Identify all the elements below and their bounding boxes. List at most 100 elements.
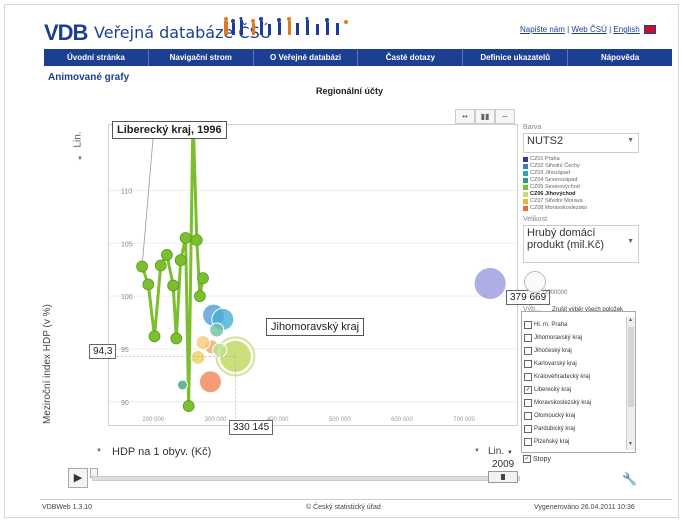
checklist-item[interactable]: Hl. m. Praha [522,318,635,331]
trails-checkbox[interactable]: ✓ [523,455,531,463]
legend-item[interactable]: CZ05 Severovýchod [523,184,639,191]
chevron-down-icon: ▼ [627,137,634,144]
trail-tooltip-connector [141,138,154,267]
web-csu-link[interactable]: Web ČSÚ [571,25,606,34]
y-scale-label: Lin. [72,131,84,148]
scroll-down-icon[interactable]: ▼ [628,441,633,447]
legend-swatch [523,206,528,211]
x-tick-label: 600 000 [391,417,413,423]
footer-copyright[interactable]: © Český statistický úřad [306,504,381,511]
x-axis-title[interactable]: HDP na 1 obyv. (Kč) [112,446,211,458]
legend-item[interactable]: CZ06 Jihovýchod [523,191,639,198]
checklist-checkbox[interactable] [524,320,532,329]
checklist-label: Hl. m. Praha [534,321,568,328]
checklist-label: Olomoucký kraj [534,412,576,419]
checklist-item[interactable]: Olomoucký kraj [522,409,635,422]
checklist-item[interactable]: ✓ Liberecký kraj [522,383,635,396]
data-bubble [198,370,222,394]
checklist-item[interactable]: Jihočeský kraj [522,344,635,357]
checklist-checkbox[interactable] [524,359,532,368]
legend-item[interactable]: CZ04 Severozápad [523,177,639,184]
legend-swatch [523,164,528,169]
year-label: 2009 [492,459,515,470]
nav-definitions[interactable]: Definice ukazatelů [463,49,569,66]
y-tick-label: 100 [121,294,133,301]
x-scale-label[interactable]: Lin. ▼ [488,446,513,457]
y-scale-control[interactable]: Lin. ▼ [72,120,88,164]
line-chart-icon[interactable]: ∼ [495,109,515,124]
scroll-thumb[interactable] [628,327,634,407]
nav-faq[interactable]: Časté dotazy [358,49,464,66]
checklist-checkbox[interactable] [524,346,532,355]
bubble-chart-icon[interactable]: •• [455,109,475,124]
legend-swatch [523,199,528,204]
uk-flag-icon[interactable] [643,25,656,35]
x-value-marker: 330 145 [229,420,274,435]
nav-about[interactable]: O Veřejné databázi [254,49,359,66]
color-select[interactable]: NUTS2 ▼ [523,133,639,153]
checklist-items: Hl. m. Praha Jihomoravský kraj Jihočeský k… [522,312,635,448]
y-value-marker: 94,3 [89,344,117,359]
scroll-up-icon[interactable]: ▲ [628,317,633,323]
checklist-item[interactable]: Pardubický kraj [522,422,635,435]
checklist-item[interactable]: Karlovarský kraj [522,357,635,370]
x-scale-value: Lin. [488,446,505,457]
x-scale-chevron-icon[interactable]: ▼ [474,448,480,454]
chart-type-toolbar: •• ▮▮ ∼ [455,109,515,124]
highlighted-bubble-tooltip: Jihomoravský kraj [266,318,365,336]
trail-point [161,249,173,261]
checklist-checkbox[interactable] [524,398,532,407]
english-link[interactable]: English [613,25,639,34]
legend-swatch [523,192,528,197]
data-bubble [212,342,228,358]
trails-label: Stopy [533,455,551,463]
write-us-link[interactable]: Napište nám [520,25,565,34]
trail-point [193,290,206,303]
bar-chart-icon[interactable]: ▮▮ [475,109,495,124]
checklist-item[interactable]: Královéhradecký kraj [522,370,635,383]
legend-item[interactable]: CZ02 Střední Čechy [523,163,639,170]
y-tick-label: 105 [121,241,133,248]
size-select[interactable]: Hrubý domácí produkt (mil.Kč) ▼ [523,225,639,263]
checklist-label: Jihomoravský kraj [534,334,583,341]
x-tick-label: 700 000 [453,417,475,423]
size-label: Velikost [523,216,548,223]
legend-item[interactable]: CZ03 Jihozápad [523,170,639,177]
checklist-label: Moravskoslezský kraj [534,399,592,406]
timeline-handle[interactable] [488,471,518,483]
checklist-checkbox[interactable] [524,372,532,381]
x-axis-chevron-down-icon[interactable]: ▼ [96,448,102,454]
bubble-chart: 9095100105110200 000 300 000 400 000 500 00… [109,107,517,425]
checklist-checkbox[interactable] [524,437,532,446]
checklist-scrollbar[interactable]: ▲ ▼ [626,317,635,450]
trails-toggle[interactable]: ✓ Stopy [523,455,551,463]
y-tick-label: 110 [121,188,132,195]
legend-item[interactable]: CZ08 Moravskoslezsko [523,205,639,212]
vdb-logo[interactable]: VDB [44,20,88,46]
play-button[interactable]: ▶ [68,468,88,488]
wrench-icon[interactable]: 🔧 [622,472,637,486]
legend-item[interactable]: CZ07 Střední Morava [523,198,639,205]
trail-point [142,278,155,291]
checklist-label: Královéhradecký kraj [534,373,591,380]
checklist-checkbox[interactable] [524,411,532,420]
nav-home[interactable]: Úvodní stránka [44,49,149,66]
trail-line [140,111,205,408]
nav-help[interactable]: Nápověda [568,49,672,66]
x-tick-label: 500 000 [329,417,351,423]
checklist-item[interactable]: Jihomoravský kraj [522,331,635,344]
legend-swatch [523,157,528,162]
trail-point [170,332,183,345]
nav-tree[interactable]: Navigační strom [149,49,254,66]
checklist-checkbox[interactable]: ✓ [524,385,532,394]
legend-item[interactable]: CZ01 Praha [523,156,639,163]
data-bubble [209,322,225,338]
checklist-item[interactable]: Plzeňský kraj [522,435,635,448]
checklist-checkbox[interactable] [524,333,532,342]
timeline-slider[interactable] [92,476,520,481]
y-axis-title[interactable]: Meziroční index HDP (v %) [42,224,53,424]
region-checklist[interactable]: Hl. m. Praha Jihomoravský kraj Jihočeský k… [521,311,636,453]
checklist-checkbox[interactable] [524,424,532,433]
checklist-item[interactable]: Moravskoslezský kraj [522,396,635,409]
chart-plot-area[interactable]: 90 95 100 105 110 200 000 300 000 400 000 500 00… [108,107,518,426]
